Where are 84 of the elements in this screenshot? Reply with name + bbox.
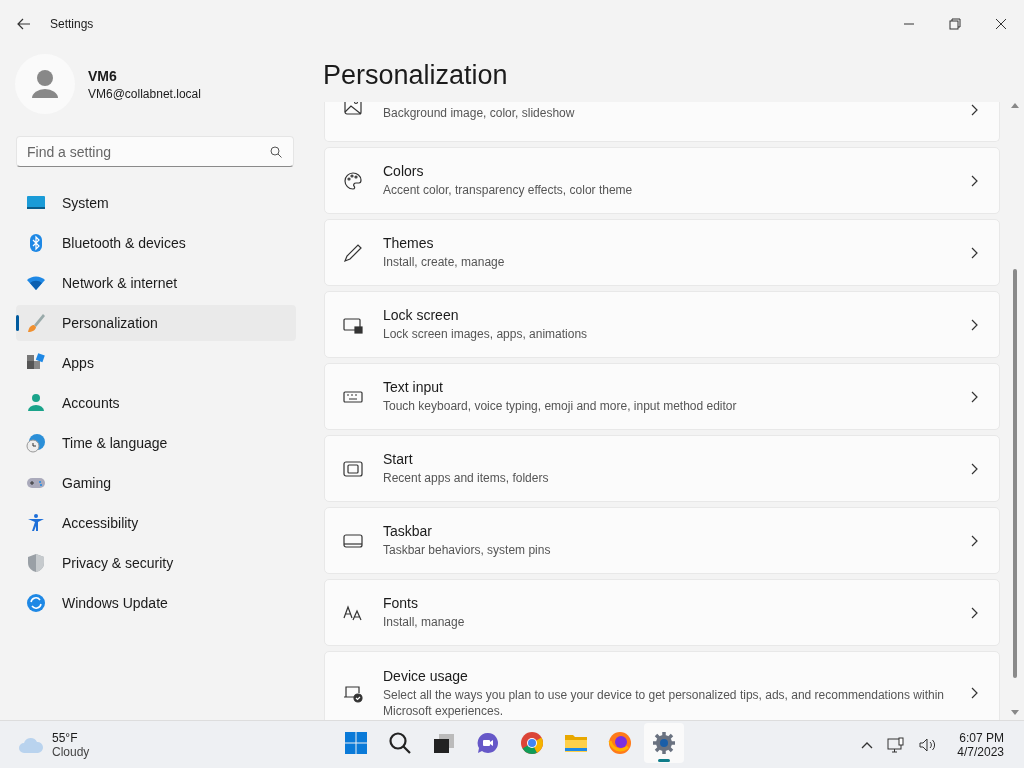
page-title: Personalization — [323, 59, 509, 92]
gear-icon — [652, 731, 676, 755]
sidebar-item[interactable]: Personalization — [16, 305, 296, 341]
taskbar-button[interactable] — [644, 723, 684, 763]
brush-icon — [26, 313, 46, 333]
card-title: Text input — [383, 379, 444, 395]
card-title: Start — [383, 451, 414, 467]
chevron-icon — [971, 534, 979, 547]
settings-card[interactable]: Fonts Install, manage — [324, 579, 1000, 646]
clock[interactable]: 6:07 PM 4/7/2023 — [957, 730, 1004, 759]
pen-icon — [343, 242, 363, 263]
sidebar-item[interactable]: Bluetooth & devices — [16, 225, 296, 261]
globe-clock-icon — [26, 433, 46, 453]
laptop-check-icon — [343, 683, 363, 703]
chevron-up-icon[interactable] — [861, 740, 874, 749]
sidebar-item[interactable]: Windows Update — [16, 585, 296, 621]
chevron-icon — [971, 687, 979, 699]
chevron-icon — [971, 174, 979, 187]
search-field[interactable]: Find a setting — [16, 136, 294, 167]
card-title: Taskbar — [383, 523, 434, 539]
speaker-icon[interactable] — [919, 736, 938, 753]
scroll-up-icon[interactable] — [1011, 102, 1019, 108]
sidebar-item[interactable]: System — [16, 185, 296, 221]
browser-icon — [608, 731, 632, 755]
palette-icon — [343, 170, 363, 191]
start-menu-icon — [343, 458, 363, 479]
restore-icon[interactable] — [949, 18, 961, 30]
card-subtitle: Recent apps and items, folders — [383, 470, 550, 486]
settings-card[interactable]: Colors Accent color, transparency effects, color theme — [324, 147, 1000, 214]
card-title: Fonts — [383, 595, 419, 611]
settings-card[interactable]: Text input Touch keyboard, voice typing, emoji and more, input method editor — [324, 363, 1000, 430]
user-email: VM6@collabnet.local — [88, 86, 201, 101]
user-name: VM6 — [88, 67, 118, 84]
browser-icon — [520, 731, 544, 755]
card-subtitle: Install, manage — [383, 614, 466, 630]
card-title: Lock screen — [383, 307, 460, 323]
weather-condition: Cloudy — [52, 744, 90, 759]
windows-logo-icon — [344, 731, 368, 755]
chat-icon — [476, 731, 500, 755]
card-subtitle: Background image, color, slideshow — [383, 105, 576, 121]
sidebar-item[interactable]: Privacy & security — [16, 545, 296, 581]
back-icon[interactable] — [17, 18, 31, 30]
temperature: 55°F — [52, 730, 79, 745]
chevron-icon — [971, 318, 979, 331]
update-icon — [26, 593, 46, 613]
task-view-icon — [432, 731, 456, 755]
search-icon — [388, 731, 412, 755]
close-icon[interactable] — [995, 18, 1007, 30]
chevron-icon — [971, 462, 979, 475]
sidebar-item[interactable]: Accounts — [16, 385, 296, 421]
chevron-icon — [971, 104, 979, 116]
sidebar-item[interactable]: Network & internet — [16, 265, 296, 301]
card-subtitle: Select all the ways you plan to use your device to get personalized tips, ads, and recommendations within Microsoft experiences. — [383, 686, 945, 719]
settings-card[interactable]: Background image, color, slideshow — [324, 102, 1000, 142]
card-subtitle: Lock screen images, apps, animations — [383, 326, 589, 342]
card-subtitle: Touch keyboard, voice typing, emoji and more, input method editor — [383, 398, 738, 414]
scroll-down-icon[interactable] — [1011, 710, 1019, 716]
card-title: Themes — [383, 235, 435, 251]
card-title: Colors — [383, 163, 425, 179]
chevron-icon — [971, 246, 979, 259]
chevron-icon — [971, 606, 979, 619]
scrollbar-thumb[interactable] — [1013, 268, 1017, 678]
chevron-icon — [971, 390, 979, 403]
card-subtitle: Install, create, manage — [383, 254, 506, 270]
window-title: Settings — [50, 17, 94, 31]
settings-card[interactable]: Start Recent apps and items, folders — [324, 435, 1000, 502]
settings-card[interactable]: Taskbar Taskbar behaviors, system pins — [324, 507, 1000, 574]
settings-card[interactable]: Device usage Select all the ways you plan to use your device to get personalized tips, ads, and recommendations within Microsoft experiences. — [324, 651, 1000, 720]
sidebar-item[interactable]: Gaming — [16, 465, 296, 501]
settings-card[interactable]: Lock screen Lock screen images, apps, animations — [324, 291, 1000, 358]
accessibility-icon — [26, 513, 46, 533]
search-icon[interactable] — [270, 146, 282, 158]
person-icon — [26, 393, 46, 413]
sidebar-item[interactable]: Time & language — [16, 425, 296, 461]
network-icon[interactable] — [887, 736, 906, 753]
sidebar-item[interactable]: Apps — [16, 345, 296, 381]
image-icon — [343, 102, 363, 116]
settings-card[interactable]: Themes Install, create, manage — [324, 219, 1000, 286]
sidebar-item[interactable]: Accessibility — [16, 505, 296, 541]
avatar-icon — [15, 54, 75, 114]
shield-icon — [26, 553, 46, 573]
card-title: Device usage — [383, 667, 469, 684]
card-subtitle: Taskbar behaviors, system pins — [383, 542, 552, 558]
card-subtitle: Accent color, transparency effects, color theme — [383, 182, 634, 198]
